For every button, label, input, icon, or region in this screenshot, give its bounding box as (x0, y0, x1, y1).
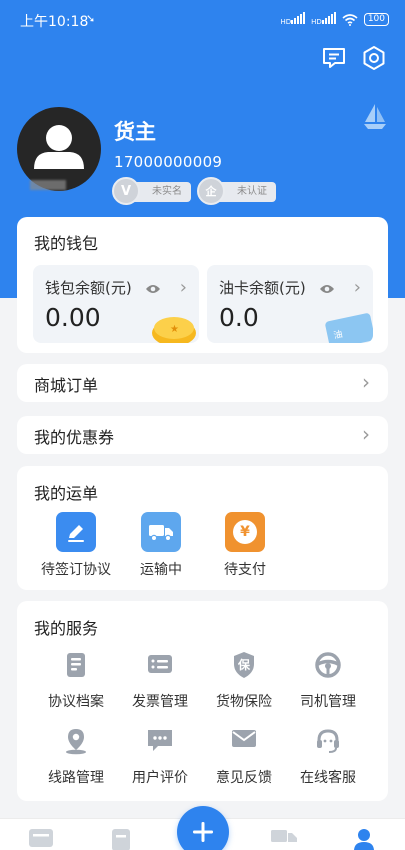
status-time: 上午10:18 (20, 14, 89, 30)
service-invoice-management[interactable]: 发票管理 (119, 651, 201, 711)
realname-v-icon: V (112, 177, 140, 205)
waybill-pending-payment[interactable]: ¥ 待支付 (204, 512, 286, 579)
wallet-title: 我的钱包 (34, 234, 99, 253)
fuel-card-balance-box[interactable]: 油卡余额(元) › 0.0 油 (207, 265, 373, 343)
waybills-title: 我的运单 (34, 484, 99, 503)
services-title: 我的服务 (34, 619, 99, 638)
waybill-in-transit[interactable]: 运输中 (120, 512, 202, 579)
add-button[interactable] (177, 806, 229, 850)
pen-icon (56, 512, 96, 552)
status-bar: 上午10:18 ➘ HD HD 100 (0, 0, 405, 40)
service-label: 线路管理 (48, 770, 104, 786)
service-label: 货物保险 (216, 694, 272, 710)
chevron-right-icon: › (179, 277, 187, 298)
wifi-icon (342, 13, 358, 26)
route-pin-icon (35, 727, 117, 757)
avatar-blur (30, 180, 66, 190)
wallet-balance-box[interactable]: 钱包余额(元) › 0.00 ★ (33, 265, 199, 343)
plus-icon (193, 822, 213, 842)
chevron-right-icon: › (353, 277, 361, 298)
user-silhouette-icon (34, 125, 84, 169)
insurance-icon: 保 (203, 651, 285, 681)
mall-orders-label: 商城订单 (34, 376, 99, 395)
waybill-pending-payment-label: 待支付 (224, 562, 266, 578)
mall-orders-row[interactable]: 商城订单 › (17, 364, 388, 402)
svg-text:★: ★ (170, 324, 179, 335)
service-label: 发票管理 (132, 694, 188, 710)
chevron-right-icon: › (362, 370, 370, 394)
mail-icon (203, 727, 285, 757)
service-online-support[interactable]: 在线客服 (287, 727, 369, 787)
wallet-balance-value: 0.00 (45, 303, 101, 332)
fuel-card-icon: 油 (324, 312, 373, 343)
enterprise-icon: 企 (197, 177, 225, 205)
waybill-pending-agreement-label: 待签订协议 (41, 562, 111, 578)
notification-icon: ➘ (86, 12, 96, 25)
coin-stack-icon: ★ (152, 317, 196, 343)
realname-status-label: 未实名 (152, 186, 182, 197)
tab-profile-icon[interactable] (352, 827, 376, 850)
file-icon (35, 651, 117, 681)
wallet-card: 我的钱包 钱包余额(元) › 0.00 ★ 油卡余额(元) › 0.0 油 (17, 217, 388, 353)
sailboat-icon (362, 102, 388, 136)
comment-icon (119, 727, 201, 757)
settings-icon[interactable] (360, 44, 388, 72)
service-feedback[interactable]: 意见反馈 (203, 727, 285, 787)
eye-icon[interactable] (319, 280, 335, 299)
truck-icon (141, 512, 181, 552)
service-label: 用户评价 (132, 770, 188, 786)
certification-status-label: 未认证 (237, 186, 267, 197)
chevron-right-icon: › (362, 422, 370, 446)
signal-1-icon: HD (281, 12, 306, 27)
fuel-balance-value: 0.0 (219, 303, 259, 332)
service-label: 意见反馈 (216, 770, 272, 786)
service-label: 司机管理 (300, 694, 356, 710)
waybill-pending-agreement[interactable]: 待签订协议 (35, 512, 117, 579)
tab-orders-icon[interactable] (110, 827, 132, 850)
services-card: 我的服务 协议档案 发票管理 保 货物保险 司机管理 线路管理 用户评价 意见反… (17, 601, 388, 801)
waybill-in-transit-label: 运输中 (140, 562, 182, 578)
service-label: 协议档案 (48, 694, 104, 710)
status-icons: HD HD 100 (281, 12, 389, 27)
wallet-balance-label: 钱包余额(元) (45, 279, 132, 297)
battery-icon: 100 (363, 13, 389, 26)
service-user-reviews[interactable]: 用户评价 (119, 727, 201, 787)
invoice-icon (119, 651, 201, 681)
waybills-card: 我的运单 待签订协议 运输中 ¥ 待支付 (17, 466, 388, 590)
user-phone: 17000000009 (114, 153, 223, 171)
tab-home-icon[interactable] (28, 827, 54, 850)
message-icon[interactable] (320, 44, 348, 72)
signal-2-icon: HD (311, 12, 336, 27)
avatar[interactable] (17, 107, 101, 191)
service-cargo-insurance[interactable]: 保 货物保险 (203, 651, 285, 711)
service-route-management[interactable]: 线路管理 (35, 727, 117, 787)
coupons-label: 我的优惠券 (34, 428, 115, 447)
headset-icon (287, 727, 369, 757)
service-driver-management[interactable]: 司机管理 (287, 651, 369, 711)
user-name: 货主 (114, 120, 156, 144)
yen-icon: ¥ (225, 512, 265, 552)
eye-icon[interactable] (145, 280, 161, 299)
coupons-row[interactable]: 我的优惠券 › (17, 416, 388, 454)
fuel-balance-label: 油卡余额(元) (219, 279, 306, 297)
steering-wheel-icon (287, 651, 369, 681)
service-label: 在线客服 (300, 770, 356, 786)
service-agreement-archive[interactable]: 协议档案 (35, 651, 117, 711)
tab-truck-icon[interactable] (270, 827, 298, 850)
